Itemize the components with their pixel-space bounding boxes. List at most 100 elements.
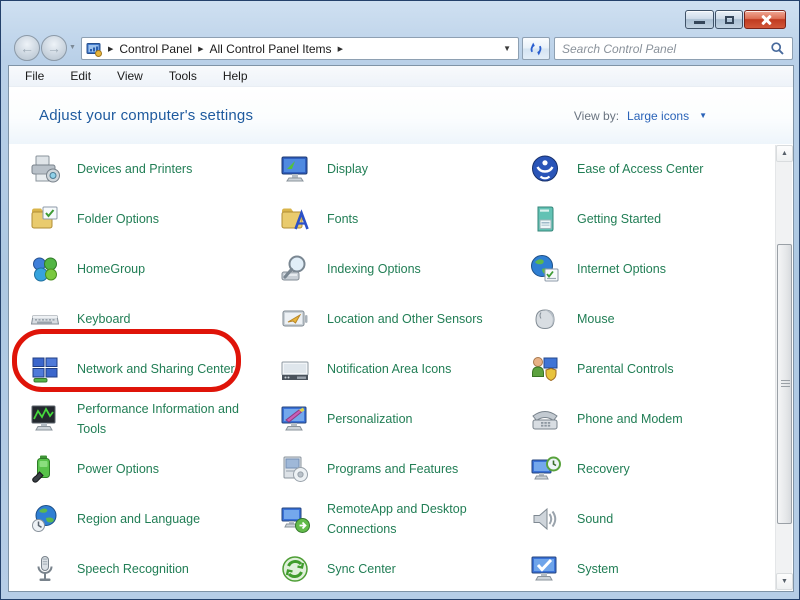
control-panel-item-recovery[interactable]: Recovery [529,444,793,494]
item-label: Location and Other Sensors [327,309,483,329]
back-button[interactable]: ← [14,35,40,61]
control-panel-item-system[interactable]: System [529,544,793,591]
control-panel-item-indexing-options[interactable]: Indexing Options [279,244,529,294]
menu-tools[interactable]: Tools [169,69,197,83]
control-panel-item-mouse[interactable]: Mouse [529,294,793,344]
page-title: Adjust your computer's settings [39,107,253,124]
phone-modem-icon [529,403,561,435]
control-panel-item-power-options[interactable]: Power Options [29,444,279,494]
item-label: Region and Language [77,509,200,529]
maximize-icon [725,16,734,24]
sound-icon [529,503,561,535]
breadcrumb-arrow-icon[interactable]: ▶ [108,45,113,53]
breadcrumb-arrow-icon[interactable]: ▶ [198,45,203,53]
scrollbar-thumb[interactable] [777,244,792,524]
control-panel-item-network-and-sharing-center[interactable]: Network and Sharing Center [29,344,279,394]
item-label: Network and Sharing Center [77,359,235,379]
menu-file[interactable]: File [25,69,44,83]
item-label: Performance Information and Tools [77,399,249,440]
refresh-button[interactable] [522,37,550,60]
control-panel-item-keyboard[interactable]: Keyboard [29,294,279,344]
item-label: Sound [577,509,613,529]
refresh-icon [528,41,544,57]
speech-recognition-icon [29,553,61,585]
fonts-icon [279,203,311,235]
item-label: Indexing Options [327,259,421,279]
control-panel-item-location-and-other-sensors[interactable]: Location and Other Sensors [279,294,529,344]
ease-of-access-icon [529,153,561,185]
item-label: Programs and Features [327,459,458,479]
item-label: Parental Controls [577,359,674,379]
system-icon [529,553,561,585]
control-panel-item-internet-options[interactable]: Internet Options [529,244,793,294]
recovery-icon [529,453,561,485]
item-label: Mouse [577,309,615,329]
item-label: Phone and Modem [577,409,683,429]
control-panel-item-display[interactable]: Display [279,144,529,194]
item-label: Ease of Access Center [577,159,703,179]
view-by-dropdown-icon[interactable]: ▼ [699,111,707,120]
control-panel-item-performance-information-and-tools[interactable]: Performance Information and Tools [29,394,279,444]
sync-center-icon [279,553,311,585]
item-label: HomeGroup [77,259,145,279]
search-icon[interactable] [770,41,785,56]
keyboard-icon [29,303,61,335]
control-panel-item-folder-options[interactable]: Folder Options [29,194,279,244]
item-label: Keyboard [77,309,131,329]
item-label: Folder Options [77,209,159,229]
menu-edit[interactable]: Edit [70,69,91,83]
close-icon [761,15,771,25]
control-panel-item-devices-and-printers[interactable]: Devices and Printers [29,144,279,194]
view-by-value[interactable]: Large icons [627,109,689,123]
minimize-button[interactable] [685,10,714,29]
getting-started-icon [529,203,561,235]
close-button[interactable] [744,10,786,29]
scroll-down-icon[interactable]: ▼ [776,573,793,590]
control-panel-item-programs-and-features[interactable]: Programs and Features [279,444,529,494]
breadcrumb-control-panel[interactable]: Control Panel [119,42,192,56]
performance-icon [29,403,61,435]
programs-features-icon [279,453,311,485]
view-by-control[interactable]: View by: Large icons ▼ [574,109,707,123]
history-dropdown-icon[interactable]: ▼ [69,44,76,51]
search-input[interactable]: Search Control Panel [562,42,770,56]
control-panel-item-sync-center[interactable]: Sync Center [279,544,529,591]
address-bar[interactable]: ▶Control Panel▶All Control Panel Items▶ … [81,37,519,60]
control-panel-item-remoteapp-and-desktop-connections[interactable]: RemoteApp and Desktop Connections [279,494,529,544]
homegroup-icon [29,253,61,285]
control-panel-item-homegroup[interactable]: HomeGroup [29,244,279,294]
minimize-icon [694,21,705,24]
forward-button[interactable]: → [41,35,67,61]
view-by-label: View by: [574,109,619,123]
item-label: Recovery [577,459,630,479]
maximize-button[interactable] [715,10,743,29]
item-label: System [577,559,619,579]
item-label: RemoteApp and Desktop Connections [327,499,499,540]
control-panel-item-fonts[interactable]: Fonts [279,194,529,244]
item-label: Fonts [327,209,358,229]
address-dropdown-icon[interactable]: ▼ [503,44,511,53]
control-panel-item-notification-area-icons[interactable]: Notification Area Icons [279,344,529,394]
control-panel-item-sound[interactable]: Sound [529,494,793,544]
breadcrumb-all-control-panel-items[interactable]: All Control Panel Items [210,42,332,56]
scroll-up-icon[interactable]: ▲ [776,145,793,162]
control-panel-item-getting-started[interactable]: Getting Started [529,194,793,244]
search-box[interactable]: Search Control Panel [554,37,793,60]
folder-options-icon [29,203,61,235]
control-panel-item-region-and-language[interactable]: Region and Language [29,494,279,544]
control-panel-item-ease-of-access-center[interactable]: Ease of Access Center [529,144,793,194]
breadcrumb-arrow-icon[interactable]: ▶ [338,45,343,53]
scrollbar[interactable]: ▲ ▼ [775,145,792,590]
control-panel-item-personalization[interactable]: Personalization [279,394,529,444]
control-panel-item-speech-recognition[interactable]: Speech Recognition [29,544,279,591]
menu-view[interactable]: View [117,69,143,83]
items-area: Devices and PrintersDisplay Ease of Acces… [9,144,793,591]
scrollbar-grip-icon [781,380,790,389]
control-panel-item-parental-controls[interactable]: Parental Controls [529,344,793,394]
navigation-bar: ← → ▼ ▶ Control Panel ▶ All Control Panel I… [8,32,794,65]
item-label: Notification Area Icons [327,359,451,379]
menu-help[interactable]: Help [223,69,248,83]
control-panel-item-phone-and-modem[interactable]: Phone and Modem [529,394,793,444]
remoteapp-icon [279,503,311,535]
mouse-icon [529,303,561,335]
